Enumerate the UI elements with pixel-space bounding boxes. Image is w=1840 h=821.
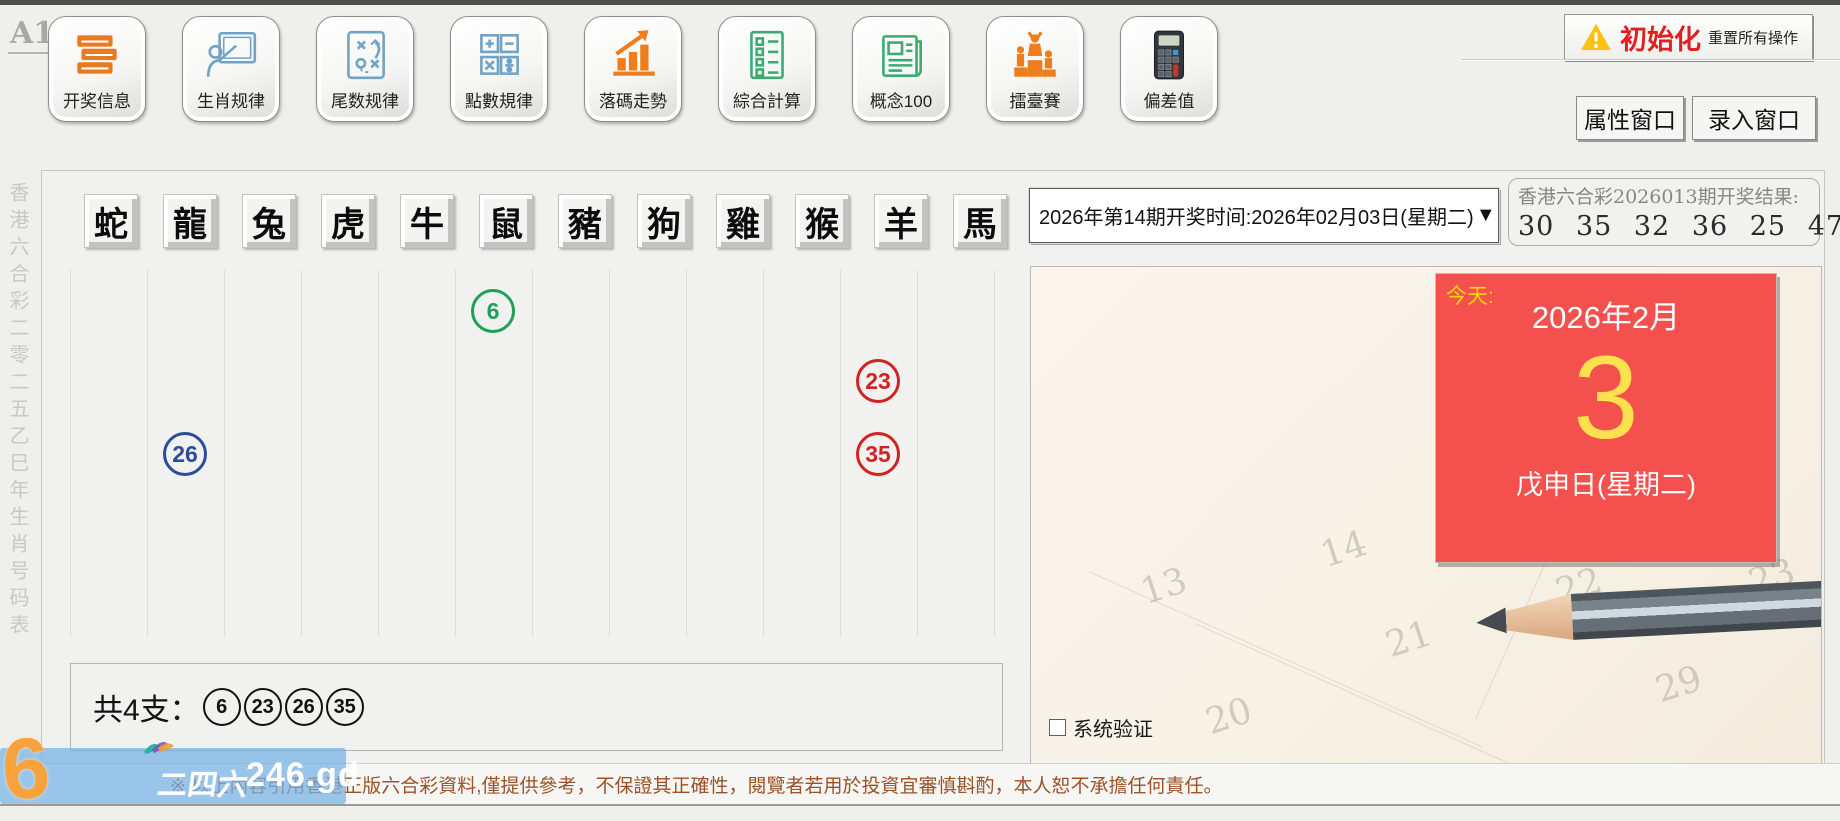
summary-number: 26 bbox=[285, 688, 323, 726]
pencil-image bbox=[1475, 579, 1822, 645]
zodiac-tab-dragon[interactable]: 龍 bbox=[163, 194, 217, 248]
entry-window-button[interactable]: 录入窗口 bbox=[1692, 96, 1816, 140]
grid-number-23: 23 bbox=[856, 359, 900, 403]
toolbar-button-deviation-value[interactable]: 偏差值 bbox=[1120, 16, 1218, 122]
calendar-bg-number: 29 bbox=[1651, 658, 1707, 711]
pencil-wood bbox=[1505, 594, 1573, 643]
date-card-today-label: 今天: bbox=[1446, 280, 1494, 310]
checkbox-icon[interactable] bbox=[1049, 719, 1066, 736]
checklist-icon bbox=[738, 26, 796, 84]
watermark-six-logo: 6 bbox=[0, 718, 53, 820]
pencil-body bbox=[1571, 579, 1822, 640]
toolbar-button-label: 开奖信息 bbox=[63, 87, 131, 112]
strategy-notebook-icon bbox=[336, 26, 394, 84]
zodiac-tab-monkey[interactable]: 猴 bbox=[795, 194, 849, 248]
bar-chart-icon bbox=[604, 26, 662, 84]
period-select[interactable]: 2026年第14期开奖时间:2026年02月03日(星期二) ▼ bbox=[1029, 188, 1499, 243]
toolbar-button-zodiac-pattern[interactable]: 生肖规律 bbox=[182, 16, 280, 122]
toolbar-button-number-trend[interactable]: 落碼走勢 bbox=[584, 16, 682, 122]
dropdown-arrow-icon[interactable]: ▼ bbox=[1474, 204, 1498, 227]
zodiac-tab-goat[interactable]: 羊 bbox=[874, 194, 928, 248]
toolbar: 开奖信息 生肖规律 尾数规律 bbox=[48, 16, 1218, 122]
toolbar-button-label: 尾数规律 bbox=[331, 87, 399, 112]
app-window: A1 开奖信息 生肖规律 bbox=[0, 0, 1840, 809]
zodiac-tab-snake[interactable]: 蛇 bbox=[84, 194, 138, 248]
toolbar-button-label: 概念100 bbox=[870, 87, 932, 112]
podium-icon bbox=[1006, 26, 1064, 84]
watermark-cjk-text: 二四六 bbox=[155, 760, 251, 804]
toolbar-button-label: 生肖规律 bbox=[197, 87, 265, 112]
topright-divider bbox=[1462, 59, 1840, 61]
period-select-value: 2026年第14期开奖时间:2026年02月03日(星期二) bbox=[1030, 201, 1474, 230]
calendar-bg-number: 20 bbox=[1201, 690, 1257, 743]
zodiac-tab-rat[interactable]: 鼠 bbox=[479, 194, 533, 248]
latest-result-box: 香港六合彩2026013期开奖结果: 30 35 32 36 25 47+46 bbox=[1508, 178, 1820, 246]
toolbar-button-points-pattern[interactable]: 點數規律 bbox=[450, 16, 548, 122]
pencil-tip bbox=[1475, 597, 1507, 645]
zodiac-tab-ox[interactable]: 牛 bbox=[400, 194, 454, 248]
toolbar-button-comprehensive-calc[interactable]: 綜合計算 bbox=[718, 16, 816, 122]
summary-number: 35 bbox=[326, 688, 364, 726]
toolbar-button-label: 擂臺賽 bbox=[1010, 87, 1061, 112]
summary-number: 23 bbox=[244, 688, 282, 726]
toolbar-button-lottery-info[interactable]: 开奖信息 bbox=[48, 16, 146, 122]
latest-result-title: 香港六合彩2026013期开奖结果: bbox=[1518, 182, 1810, 209]
toolbar-button-label: 綜合計算 bbox=[733, 87, 801, 112]
butterfly-icon bbox=[138, 736, 176, 762]
zodiac-tab-rabbit[interactable]: 兔 bbox=[242, 194, 296, 248]
toolbar-button-label: 點數規律 bbox=[465, 87, 533, 112]
zodiac-tab-pig[interactable]: 豬 bbox=[558, 194, 612, 248]
date-card-day: 3 bbox=[1573, 337, 1639, 461]
calendar-bg-line bbox=[1195, 623, 1707, 764]
zodiac-tab-tiger[interactable]: 虎 bbox=[321, 194, 375, 248]
zodiac-tab-dog[interactable]: 狗 bbox=[637, 194, 691, 248]
zodiac-tab-horse[interactable]: 馬 bbox=[953, 194, 1007, 248]
warning-icon bbox=[1579, 22, 1613, 52]
toolbar-button-tail-number-pattern[interactable]: 尾数规律 bbox=[316, 16, 414, 122]
summary-number: 6 bbox=[203, 688, 241, 726]
system-verify-label: 系统验证 bbox=[1073, 713, 1153, 742]
zodiac-tab-rooster[interactable]: 雞 bbox=[716, 194, 770, 248]
watermark: 6 二四六 246.gd bbox=[0, 734, 350, 809]
calendar-bg-number: 14 bbox=[1316, 523, 1372, 576]
toolbar-button-label: 偏差值 bbox=[1144, 87, 1195, 112]
toolbar-button-arena-contest[interactable]: 擂臺賽 bbox=[986, 16, 1084, 122]
properties-window-button[interactable]: 属性窗口 bbox=[1576, 96, 1684, 140]
grid-number-35: 35 bbox=[856, 432, 900, 476]
grid-number-26: 26 bbox=[163, 432, 207, 476]
date-card-ganzhi: 戊申日(星期二) bbox=[1516, 463, 1696, 502]
toolbar-button-concept-100[interactable]: 概念100 bbox=[852, 16, 950, 122]
latest-result-numbers: 30 35 32 36 25 47+46 bbox=[1518, 211, 1810, 242]
books-icon bbox=[68, 26, 126, 84]
window-top-edge bbox=[0, 0, 1840, 5]
grid-number-6: 6 bbox=[471, 289, 515, 333]
initialize-button-label: 初始化 bbox=[1620, 18, 1701, 57]
calendar-panel: 13 14 20 21 22 29 23 今天: 2026年2月 3 戊申日(星… bbox=[1030, 266, 1822, 764]
toolbar-button-label: 落碼走勢 bbox=[599, 87, 667, 112]
summary-label: 共4支： bbox=[93, 685, 200, 729]
initialize-button-sublabel: 重置所有操作 bbox=[1708, 27, 1798, 48]
date-card-month: 2026年2月 bbox=[1532, 292, 1680, 337]
calendar-bg-number: 21 bbox=[1381, 613, 1437, 666]
newspaper-icon bbox=[872, 26, 930, 84]
presenter-board-icon bbox=[202, 26, 260, 84]
zodiac-tab-row: 蛇 龍 兔 虎 牛 鼠 豬 狗 雞 猴 羊 馬 bbox=[84, 194, 1007, 248]
date-card: 今天: 2026年2月 3 戊申日(星期二) bbox=[1435, 273, 1777, 563]
math-grid-icon bbox=[470, 26, 528, 84]
watermark-domain-text: 246.gd bbox=[246, 756, 360, 795]
initialize-button[interactable]: 初始化 重置所有操作 bbox=[1564, 14, 1813, 60]
side-vertical-title: 香港六合彩二零二五乙巳年生肖号码表 bbox=[3, 182, 32, 652]
calculator-icon bbox=[1140, 26, 1198, 84]
system-verify-checkbox[interactable]: 系统验证 bbox=[1049, 713, 1153, 742]
